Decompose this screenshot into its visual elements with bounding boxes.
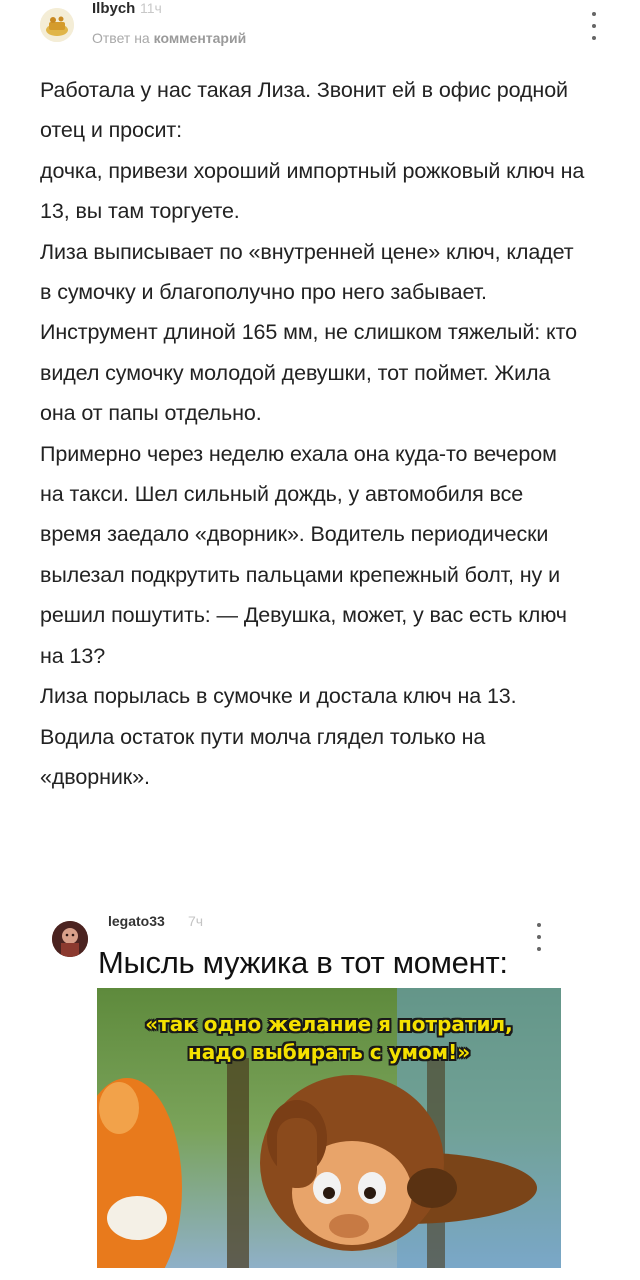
reply-prefix: Ответ на	[92, 30, 150, 46]
meme-caption-line: надо выбирать с умом!»	[187, 1040, 471, 1064]
comment-time: 11ч	[140, 0, 162, 16]
meme-image[interactable]: «так одно желание я потратил, надо выбир…	[97, 988, 561, 1268]
comment-paragraph: дочка, привези хороший импортный рожковы…	[40, 158, 585, 224]
comment-body: Работала у нас такая Лиза. Звонит ей в о…	[40, 70, 585, 797]
reply-target[interactable]: комментарий	[154, 30, 247, 46]
author-avatar[interactable]	[40, 8, 74, 42]
meme-caption-line: «так одно желание я потратил,	[145, 1012, 513, 1036]
comment-paragraph: Работала у нас такая Лиза. Звонит ей в о…	[40, 78, 568, 143]
comment-paragraph: Инструмент длиной 165 мм, не слишком тяж…	[40, 320, 577, 426]
comment-paragraph: Примерно через неделю ехала она куда-то …	[40, 441, 567, 668]
meme-caption: «так одно желание я потратил, надо выбир…	[97, 1010, 561, 1066]
more-vertical-icon[interactable]	[533, 923, 545, 951]
author-name[interactable]: Ilbych	[92, 0, 135, 17]
comment-paragraph: Водила остаток пути молча глядел только …	[40, 724, 486, 789]
comment-paragraph: Лиза порылась в сумочке и достала ключ н…	[40, 684, 517, 709]
reply-text: Мысль мужика в тот момент:	[98, 945, 508, 980]
comment-paragraph: Лиза выписывает по «внутренней цене» клю…	[40, 239, 574, 305]
more-vertical-icon[interactable]	[588, 12, 600, 40]
reply-time: 7ч	[188, 913, 204, 929]
reply-to-link[interactable]: Ответ на комментарий	[92, 30, 246, 46]
comment-header: Ilbych 11ч Ответ на комментарий	[40, 0, 600, 56]
reply-author-avatar[interactable]	[52, 921, 88, 957]
reply-author-name[interactable]: legato33	[108, 913, 165, 929]
